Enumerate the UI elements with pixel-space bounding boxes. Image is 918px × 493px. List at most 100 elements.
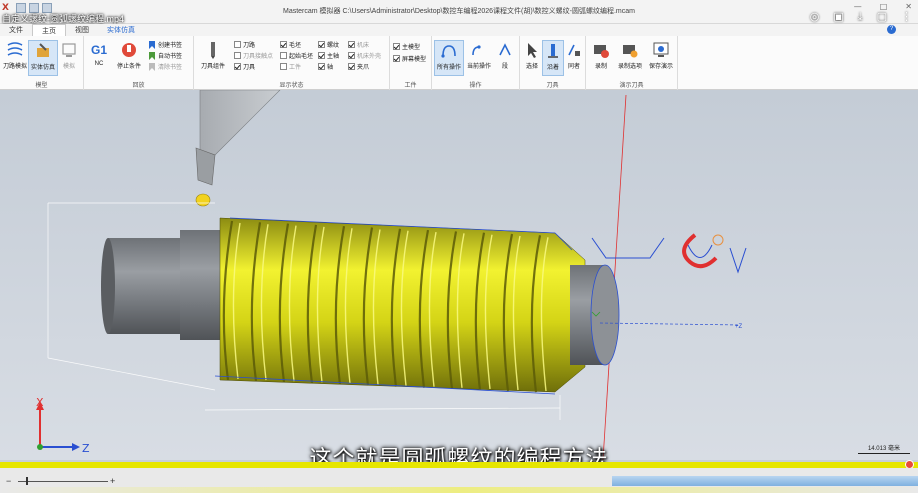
pass-label: 同者 [567, 64, 580, 70]
machine-housing-checkbox[interactable] [348, 52, 355, 59]
axis-label: 轴 [327, 65, 334, 71]
zoom-slider[interactable] [18, 481, 108, 482]
toggle-thread[interactable]: 螺纹 [318, 40, 339, 49]
thread-checkbox[interactable] [318, 41, 325, 48]
toggle-tool-axis[interactable]: 刀具接触点 [234, 51, 273, 60]
tab-home[interactable]: 主页 [32, 24, 66, 36]
toggle-main-model[interactable]: 主模型 [393, 42, 420, 51]
record-button[interactable]: 录制 [588, 40, 614, 76]
part-left-shaft [101, 230, 220, 340]
screen-model-checkbox[interactable] [393, 55, 400, 62]
clear-bookmark-button[interactable]: 清除书签 [148, 62, 182, 71]
toolpath-sim-button[interactable]: 刀路模拟 [0, 40, 30, 76]
simulation-scene: +Z X Z [36, 90, 747, 460]
toolpath-sim-icon [7, 42, 23, 56]
toggle-clamp[interactable]: 夹爪 [348, 62, 369, 71]
blank-checkbox[interactable] [280, 41, 287, 48]
tool-path-label: 刀路 [243, 43, 256, 49]
machine-checkbox[interactable] [348, 41, 355, 48]
toggle-tool[interactable]: 刀具 [234, 62, 255, 71]
help-icon[interactable]: ? [887, 25, 896, 34]
tab-file[interactable]: 文件 [0, 24, 32, 36]
toggle-axis[interactable]: 轴 [318, 62, 333, 71]
toggle-screen-model[interactable]: 屏幕模型 [393, 54, 426, 63]
group-operation: 所有操作 当前操作 段 操作 [432, 36, 520, 90]
tool-group-icon [211, 42, 215, 59]
step-button[interactable]: 段 [492, 40, 518, 76]
scale-readout: 14.013 毫米 [857, 443, 910, 454]
tool-label: 刀具 [243, 65, 256, 71]
z-axis-label: +Z [735, 324, 743, 330]
auto-bookmark-button[interactable]: 自动书签 [148, 51, 182, 60]
group-display: 刀具组件 刀路 刀具接触点 刀具 毛坯 起始毛坯 工件 螺纹 主轴 轴 机床 机… [194, 36, 390, 90]
spindle-checkbox[interactable] [318, 52, 325, 59]
main-model-label: 主模型 [402, 45, 421, 51]
create-bookmark-button[interactable]: 创建书签 [148, 40, 182, 49]
along-button[interactable]: 沿着 [542, 40, 564, 76]
tool-path-checkbox[interactable] [234, 41, 241, 48]
current-op-button[interactable]: 当前操作 [464, 40, 494, 76]
toggle-workpiece[interactable]: 工件 [280, 62, 301, 71]
group-tool: 选择 沿着 同者 刀具 [520, 36, 586, 90]
simulate-button[interactable]: 模拟 [56, 40, 82, 76]
all-ops-button[interactable]: 所有操作 [434, 40, 464, 76]
tab-view[interactable]: 视图 [66, 24, 98, 36]
tool-checkbox[interactable] [234, 63, 241, 70]
triad-x-label: X [36, 396, 44, 409]
window-icon[interactable]: ▣ [833, 10, 843, 24]
pip-icon[interactable]: ▢ [877, 10, 887, 24]
create-bookmark-label: 创建书签 [158, 43, 183, 49]
save-demo-icon [653, 42, 669, 57]
zoom-out-icon[interactable]: − [6, 476, 11, 486]
tab-solid-sim[interactable]: 实体仿真 [98, 24, 144, 36]
stop-condition-label: 停止条件 [116, 64, 141, 70]
start-blank-label: 起始毛坯 [289, 54, 314, 60]
blank-label: 毛坯 [289, 43, 302, 49]
zoom-in-icon[interactable]: + [110, 476, 115, 486]
all-ops-icon [441, 45, 456, 58]
main-model-checkbox[interactable] [393, 43, 400, 50]
tool-axis-label: 刀具接触点 [243, 54, 274, 60]
record-options-label: 录制选项 [617, 64, 642, 70]
stop-condition-button[interactable]: 停止条件 [112, 40, 146, 76]
graphics-viewport[interactable]: +Z X Z [0, 90, 918, 460]
screen-model-label: 屏幕模型 [402, 57, 427, 63]
nc-label: NC [94, 61, 104, 67]
simulate-icon [62, 43, 76, 57]
nc-button[interactable]: G1 NC [86, 40, 112, 76]
workpiece-checkbox[interactable] [280, 63, 287, 70]
solid-sim-label: 实体仿真 [30, 65, 55, 71]
record-options-button[interactable]: 录制选项 [614, 40, 646, 76]
tool-group-button[interactable]: 刀具组件 [196, 40, 230, 76]
toolpath-sim-label: 刀路模拟 [2, 64, 27, 70]
group-display-label: 显示状态 [279, 83, 304, 89]
pass-button[interactable]: 同者 [564, 40, 584, 76]
save-demo-label: 保存演示 [648, 64, 673, 70]
workpiece-label: 工件 [289, 65, 302, 71]
toggle-spindle[interactable]: 主轴 [318, 51, 339, 60]
solid-sim-button[interactable]: 实体仿真 [28, 40, 58, 76]
select-button[interactable]: 选择 [522, 40, 542, 76]
bookmark-icon [149, 40, 155, 49]
download-icon[interactable]: ⤓ [858, 10, 863, 24]
more-icon[interactable]: ⋮ [901, 10, 912, 24]
select-icon [528, 43, 537, 58]
group-playback: G1 NC 停止条件 创建书签 自动书签 清除书签 回放 [84, 36, 194, 90]
machine-housing-label: 机床外壳 [357, 54, 382, 60]
toggle-start-blank[interactable]: 起始毛坯 [280, 51, 313, 60]
start-blank-checkbox[interactable] [280, 52, 287, 59]
thread-label: 螺纹 [327, 43, 340, 49]
screenshot-icon[interactable]: ◎ [810, 10, 820, 24]
tool-axis-checkbox[interactable] [234, 52, 241, 59]
toggle-tool-path[interactable]: 刀路 [234, 40, 255, 49]
toggle-blank[interactable]: 毛坯 [280, 40, 301, 49]
save-demo-button[interactable]: 保存演示 [646, 40, 676, 76]
clamp-checkbox[interactable] [348, 63, 355, 70]
toolpath-profile-left [591, 237, 665, 259]
group-tool-label: 刀具 [546, 83, 559, 89]
toggle-machine-housing[interactable]: 机床外壳 [348, 51, 381, 60]
record-label: 录制 [594, 64, 607, 70]
axis-checkbox[interactable] [318, 63, 325, 70]
zoom-slider-thumb[interactable] [26, 477, 28, 485]
toggle-machine[interactable]: 机床 [348, 40, 369, 49]
